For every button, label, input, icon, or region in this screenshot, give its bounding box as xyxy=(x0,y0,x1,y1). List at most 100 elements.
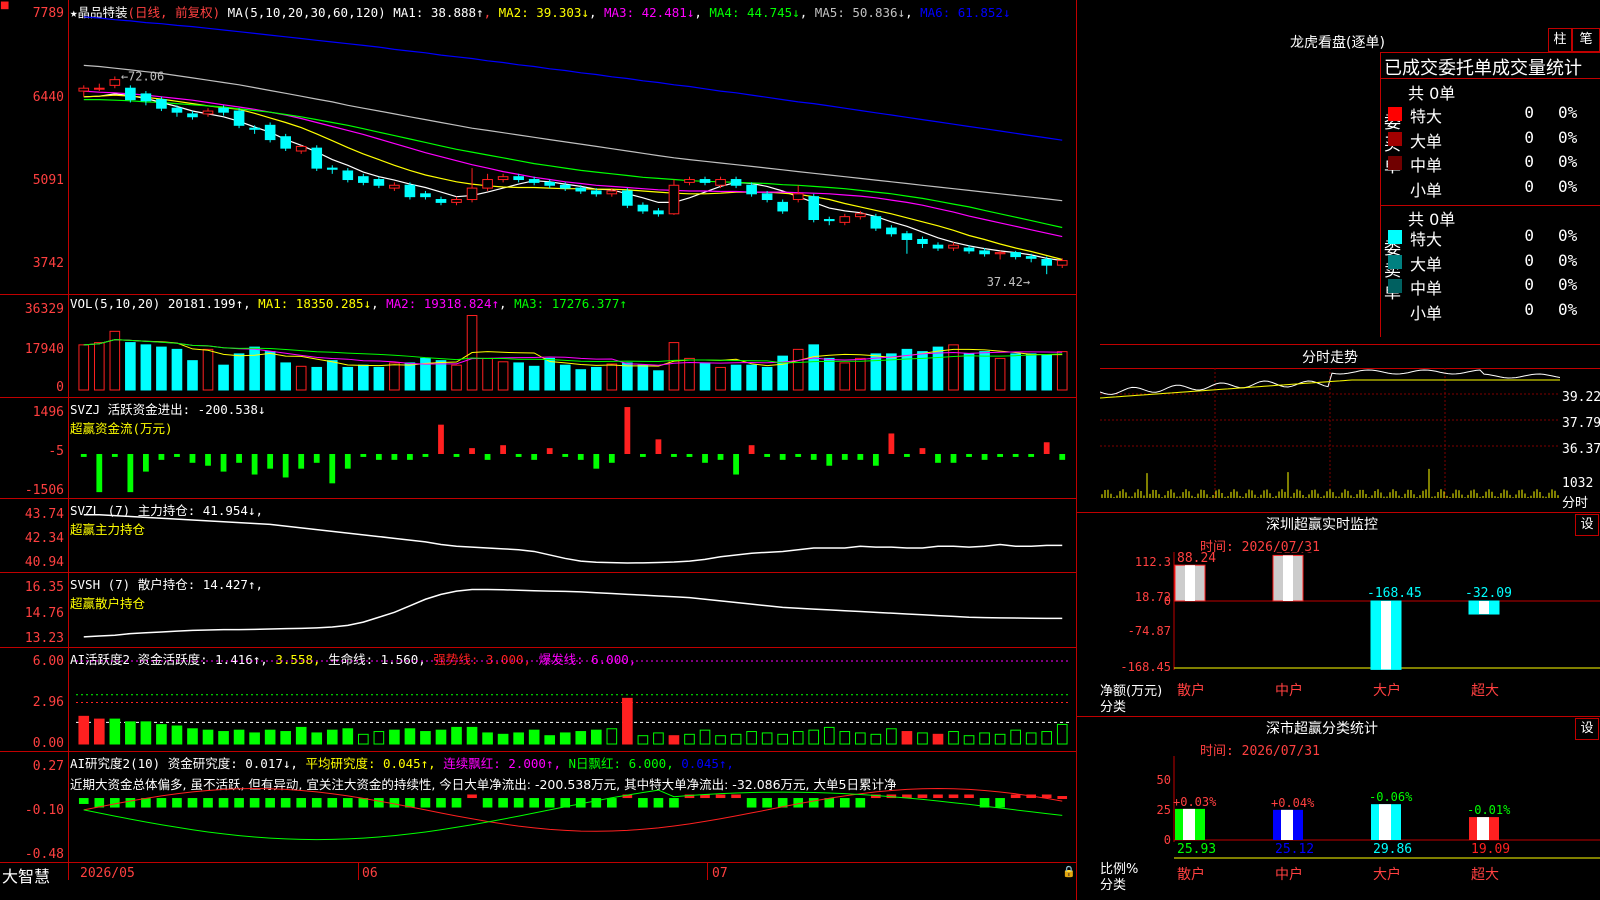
flow-bar xyxy=(267,454,274,469)
flow-bar xyxy=(655,439,662,454)
activity-bar xyxy=(451,726,462,745)
sz-class-y-label: 0 xyxy=(1164,833,1171,847)
research-bar xyxy=(839,798,850,808)
volume-bar xyxy=(171,348,183,391)
flow-bar xyxy=(857,454,864,460)
flow-bar xyxy=(919,448,926,454)
volume-bar xyxy=(715,366,726,391)
stat-percent: 0% xyxy=(1558,152,1578,171)
research-bar xyxy=(420,798,431,808)
candle-body xyxy=(187,113,198,118)
activity-bar xyxy=(528,729,540,745)
volume-bar xyxy=(1025,353,1037,391)
candle-body xyxy=(389,184,400,189)
research-bar xyxy=(808,798,819,808)
sz-class-category: 散户 xyxy=(1177,866,1205,883)
activity-bar xyxy=(855,732,866,745)
candle-body xyxy=(420,193,431,198)
candle-body xyxy=(513,176,524,181)
activity-bar xyxy=(544,735,556,745)
flow-bar xyxy=(872,454,879,466)
flow-bar xyxy=(624,407,631,454)
flow-bar xyxy=(500,445,506,454)
flow-bar xyxy=(717,454,724,460)
research-bar xyxy=(498,798,508,808)
stat-name: 小单 xyxy=(1410,303,1443,323)
stat-row: 小单 0 0% xyxy=(1388,177,1600,201)
sz-class-settings-button[interactable]: 设 xyxy=(1575,718,1599,740)
research-bar xyxy=(638,798,648,808)
color-swatch xyxy=(1388,107,1402,121)
flow-bar xyxy=(344,454,351,469)
flow-bar xyxy=(174,454,180,457)
research-bar xyxy=(218,798,229,808)
high-marker: ←72.06 xyxy=(121,69,164,83)
stat-row: 特大 0 0% xyxy=(1388,103,1600,127)
sz-class-title: 深市超赢分类统计 xyxy=(1266,721,1378,737)
chart-svg: ←72.06 37.42→ xyxy=(76,16,1070,841)
stat-value: 0 xyxy=(1524,103,1534,122)
candle-body xyxy=(994,252,1006,255)
volume-bar xyxy=(358,364,369,391)
volume-bar xyxy=(78,344,90,391)
volume-bar xyxy=(528,365,540,391)
vol-ma-line xyxy=(83,339,1063,364)
stat-name: 小单 xyxy=(1410,180,1443,200)
volume-bar xyxy=(233,353,245,391)
candle-body xyxy=(901,233,913,240)
research-bar xyxy=(156,798,167,808)
activity-bar xyxy=(715,735,726,745)
candle-body xyxy=(746,184,757,195)
candle-body xyxy=(622,190,633,206)
stat-name: 大单 xyxy=(1410,254,1443,274)
candle-body xyxy=(342,170,354,181)
research-bar xyxy=(249,798,260,808)
activity-bar xyxy=(870,733,882,745)
volume-bar xyxy=(513,362,524,391)
activity-bar xyxy=(295,726,307,745)
volume-bar xyxy=(295,365,307,391)
candle-body xyxy=(917,238,928,244)
research-bar xyxy=(824,798,835,808)
flow-bar xyxy=(733,454,739,475)
research-bar xyxy=(203,798,213,808)
activity-bar xyxy=(963,735,975,745)
activity-bar xyxy=(746,731,757,745)
candle-body xyxy=(93,87,105,90)
sz-monitor-y-label: 112.3 xyxy=(1135,555,1171,569)
volume-bar xyxy=(326,360,338,391)
activity-bar xyxy=(125,721,136,745)
sz-class-y-label: 75 xyxy=(1157,756,1171,757)
activity-bar xyxy=(171,725,183,745)
volume-bar xyxy=(389,362,400,391)
intraday-title: 分时走势 xyxy=(1302,350,1358,366)
sz-monitor-value-label: 112.3 xyxy=(1275,552,1314,556)
volume-bar xyxy=(948,344,959,391)
research-bar xyxy=(451,798,462,808)
activity-bar xyxy=(1010,729,1021,745)
sz-monitor-settings-button[interactable]: 设 xyxy=(1575,514,1599,536)
stat-value: 0 xyxy=(1524,250,1534,270)
activity-bar xyxy=(404,728,416,745)
candle-body xyxy=(777,201,788,212)
sz-class-bar-highlight xyxy=(1281,809,1293,840)
volume-bar xyxy=(249,346,260,391)
flow-bar xyxy=(950,454,957,463)
stat-row: 中单 0 0% xyxy=(1388,152,1600,176)
volume-bar xyxy=(622,362,633,391)
activity-bar xyxy=(979,732,990,745)
stats-header: 已成交委托单成交量统计 xyxy=(1384,58,1582,79)
activity-bar xyxy=(932,733,944,745)
flow-bar xyxy=(981,454,988,460)
candle-body xyxy=(590,190,602,195)
sz-class-bar-highlight xyxy=(1477,817,1489,840)
research-bar xyxy=(855,798,866,808)
sz-class-y-label: 50 xyxy=(1157,773,1171,787)
sz-class-bar-highlight xyxy=(1183,808,1195,840)
flow-bar xyxy=(189,454,196,463)
flow-bar xyxy=(671,454,677,457)
btn-zhu[interactable]: 柱 xyxy=(1548,28,1572,52)
research-bar xyxy=(746,798,757,808)
sz-monitor-bar-highlight xyxy=(1381,601,1391,670)
btn-bi[interactable]: 笔 xyxy=(1572,28,1600,52)
